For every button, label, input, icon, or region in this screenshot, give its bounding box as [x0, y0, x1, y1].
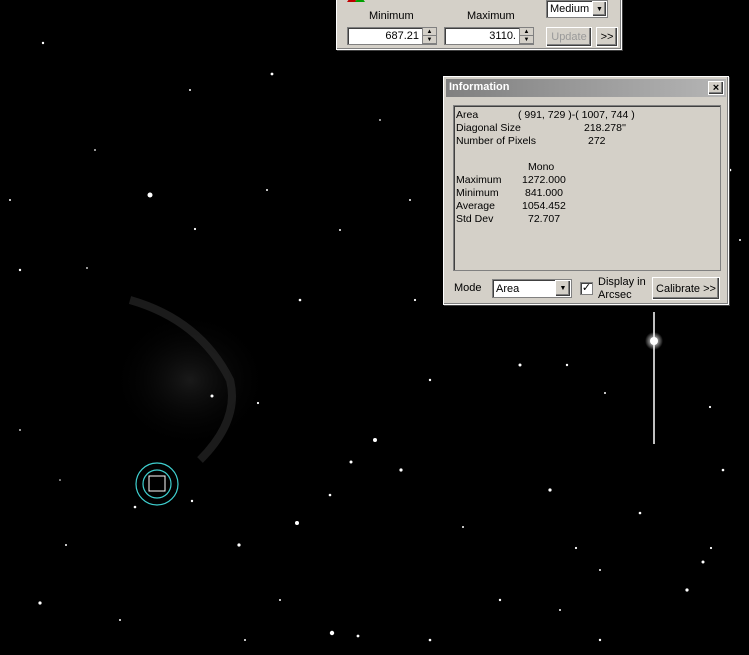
- diagonal-label: Diagonal Size: [456, 122, 521, 134]
- diagonal-value: 218.278'': [584, 122, 626, 134]
- information-titlebar[interactable]: Information ×: [446, 79, 726, 97]
- checkmark-icon: ✓: [581, 282, 592, 294]
- maximum-spinner[interactable]: ▲ ▼: [519, 28, 533, 44]
- calibrate-button[interactable]: Calibrate >>: [652, 277, 720, 300]
- area-label: Area: [456, 109, 479, 121]
- stat-average-label: Average: [456, 200, 495, 212]
- mono-header: Mono: [528, 161, 555, 173]
- stretch-arrows-icon: [345, 0, 367, 6]
- stats-display: Area ( 991, 729 )-( 1007, 744 ) Diagonal…: [453, 105, 721, 271]
- quality-select[interactable]: Medium ▼: [546, 0, 608, 18]
- stat-stddev-value: 72.707: [528, 213, 561, 225]
- maximum-label: Maximum: [467, 10, 515, 22]
- close-button[interactable]: ×: [708, 81, 724, 95]
- area-value: ( 991, 729 )-( 1007, 744 ): [518, 109, 635, 121]
- arcsec-label-line1: Display in: [598, 276, 646, 288]
- minimum-label: Minimum: [369, 10, 414, 22]
- pixels-value: 272: [588, 135, 606, 147]
- stat-stddev-label: Std Dev: [456, 213, 494, 225]
- stat-maximum-label: Maximum: [456, 174, 502, 186]
- pixels-label: Number of Pixels: [456, 135, 536, 147]
- minimum-spinner[interactable]: ▲ ▼: [422, 28, 436, 44]
- update-button[interactable]: Update: [546, 27, 592, 47]
- information-window: Information × Area ( 991, 729 )-( 1007, …: [443, 76, 729, 305]
- mode-dropdown-button[interactable]: ▼: [555, 280, 571, 297]
- arcsec-checkbox[interactable]: ✓: [580, 282, 593, 295]
- stretch-panel: Minimum Maximum 687.21 ▲ ▼ 3110. ▲ ▼ Mediu…: [336, 0, 622, 50]
- mode-label: Mode: [454, 282, 482, 294]
- more-button[interactable]: >>: [596, 27, 618, 47]
- mode-select[interactable]: Area ▼: [492, 279, 572, 298]
- stat-maximum-value: 1272.000: [522, 174, 566, 186]
- stat-minimum-label: Minimum: [456, 187, 499, 199]
- arcsec-label-line2: Arcsec: [598, 289, 632, 301]
- stat-average-value: 1054.452: [522, 200, 566, 212]
- quality-dropdown-button[interactable]: ▼: [592, 1, 607, 17]
- window-title: Information: [449, 81, 510, 93]
- stat-minimum-value: 841.000: [525, 187, 563, 199]
- close-icon: ×: [712, 82, 720, 94]
- maximum-input[interactable]: 3110. ▲ ▼: [444, 27, 534, 45]
- minimum-input[interactable]: 687.21 ▲ ▼: [347, 27, 437, 45]
